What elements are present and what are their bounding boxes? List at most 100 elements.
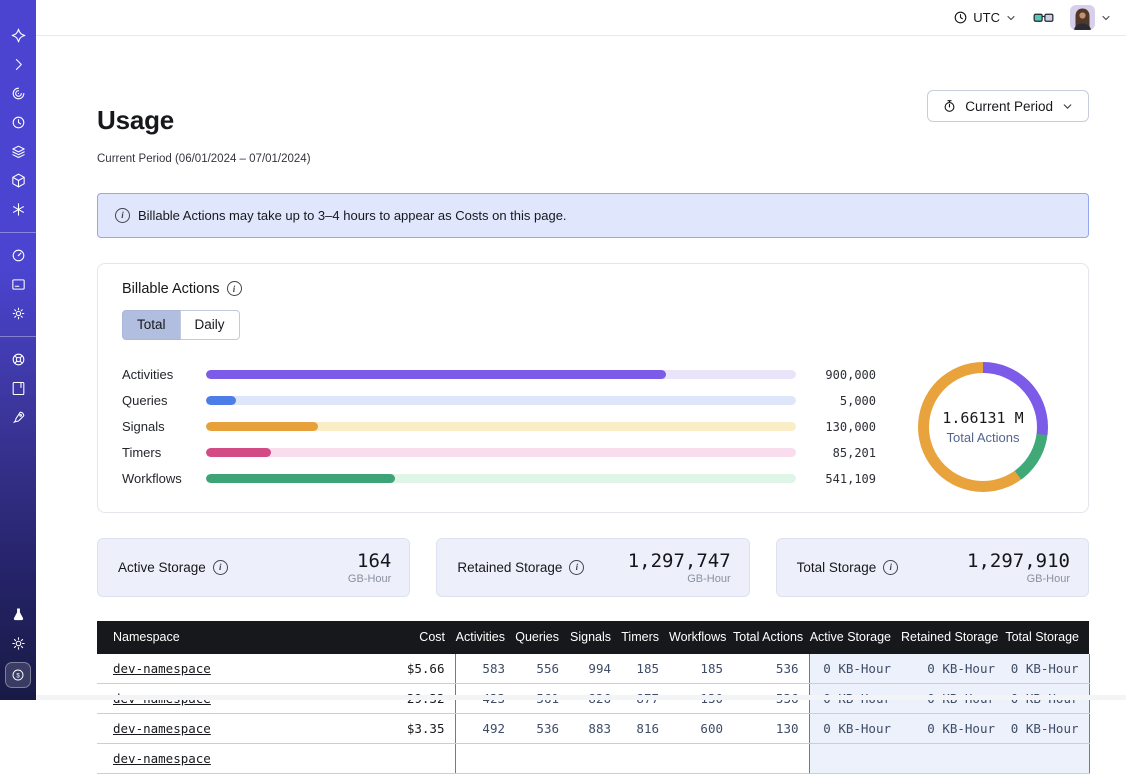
chevron-down-icon bbox=[1005, 12, 1017, 24]
retained-storage-card: Retained Storagei 1,297,747GB-Hour bbox=[436, 538, 749, 597]
total-actions-cell: 536 bbox=[733, 654, 809, 684]
page-title: Usage bbox=[97, 105, 311, 135]
cost-cell: $5.66 bbox=[385, 654, 455, 684]
browser-window-icon[interactable] bbox=[9, 276, 27, 294]
activities-cell: 583 bbox=[455, 654, 515, 684]
col-workflows: Workflows bbox=[669, 621, 733, 654]
col-cost: Cost bbox=[385, 621, 455, 654]
info-banner-text: Billable Actions may take up to 3–4 hour… bbox=[138, 208, 567, 223]
sidebar: $ bbox=[0, 0, 36, 700]
usage-gauge-icon[interactable] bbox=[9, 247, 27, 265]
active-storage-cell: 0 KB-Hour bbox=[809, 654, 901, 684]
signals-cell: 994 bbox=[569, 654, 621, 684]
namespace-link[interactable]: dev-namespace bbox=[113, 661, 211, 676]
total-daily-toggle: Total Daily bbox=[122, 310, 240, 340]
total-storage-cell bbox=[1005, 743, 1089, 773]
layers-icon[interactable] bbox=[9, 143, 27, 161]
retained-storage-unit: GB-Hour bbox=[628, 573, 731, 585]
total-storage-unit: GB-Hour bbox=[967, 573, 1070, 585]
active-storage-cell bbox=[809, 743, 901, 773]
total-storage-label: Total Storage bbox=[797, 560, 877, 575]
stopwatch-icon bbox=[942, 98, 957, 114]
bar-chart: Activities900,000 Queries5,000 Signals13… bbox=[122, 362, 876, 492]
total-storage-cell: 0 KB-Hour bbox=[1005, 654, 1089, 684]
table-row: dev-namespace $3.35 492 536 883 816 600 … bbox=[97, 713, 1089, 743]
workflows-cell: 185 bbox=[669, 654, 733, 684]
namespaces-spiral-icon[interactable] bbox=[9, 85, 27, 103]
sidebar-divider bbox=[0, 232, 36, 233]
timers-cell: 816 bbox=[621, 713, 669, 743]
workflows-cell: 600 bbox=[669, 713, 733, 743]
activities-cell bbox=[455, 743, 515, 773]
table-header-row: Namespace Cost Activities Queries Signal… bbox=[97, 621, 1089, 654]
billable-actions-title: Billable Actions bbox=[122, 281, 220, 297]
sidebar-divider bbox=[0, 336, 36, 337]
cost-cell bbox=[385, 743, 455, 773]
col-active-storage: Active Storage bbox=[809, 621, 901, 654]
table-row: dev-namespace bbox=[97, 743, 1089, 773]
queries-cell: 556 bbox=[515, 654, 569, 684]
labs-flask-icon[interactable] bbox=[9, 606, 27, 624]
info-icon[interactable]: i bbox=[569, 560, 584, 575]
cost-cell: $3.35 bbox=[385, 713, 455, 743]
active-storage-value: 164 bbox=[348, 550, 391, 572]
namespace-link[interactable]: dev-namespace bbox=[113, 721, 211, 736]
active-storage-card: Active Storage i 164GB-Hour bbox=[97, 538, 410, 597]
bar-row: Workflows541,109 bbox=[122, 466, 876, 492]
col-timers: Timers bbox=[621, 621, 669, 654]
total-actions-donut-chart: 1.66131 M Total Actions bbox=[918, 362, 1048, 492]
total-storage-value: 1,297,910 bbox=[967, 550, 1070, 572]
3d-glasses-icon[interactable] bbox=[1033, 11, 1054, 25]
col-queries: Queries bbox=[515, 621, 569, 654]
temporal-logo-icon[interactable] bbox=[9, 27, 27, 45]
tab-total[interactable]: Total bbox=[122, 310, 181, 340]
info-banner: i Billable Actions may take up to 3–4 ho… bbox=[97, 193, 1089, 238]
billable-actions-card: Billable Actions i Total Daily Activitie… bbox=[97, 263, 1089, 513]
info-icon[interactable]: i bbox=[883, 560, 898, 575]
active-storage-label: Active Storage bbox=[118, 560, 206, 575]
nexus-asterisk-icon[interactable] bbox=[9, 201, 27, 219]
total-actions-cell: 130 bbox=[733, 713, 809, 743]
timezone-label: UTC bbox=[973, 10, 1000, 25]
timers-cell bbox=[621, 743, 669, 773]
collapse-chevron-icon[interactable] bbox=[9, 56, 27, 74]
current-period-label: Current Period bbox=[965, 99, 1053, 114]
clock-icon bbox=[953, 10, 968, 25]
timers-cell: 185 bbox=[621, 654, 669, 684]
timezone-selector[interactable]: UTC bbox=[953, 10, 1017, 25]
activities-cell: 492 bbox=[455, 713, 515, 743]
retained-storage-value: 1,297,747 bbox=[628, 550, 731, 572]
namespace-link[interactable]: dev-namespace bbox=[113, 751, 211, 766]
billing-dollar-icon[interactable]: $ bbox=[5, 662, 31, 688]
signals-cell: 883 bbox=[569, 713, 621, 743]
donut-total-value: 1.66131 M bbox=[942, 409, 1023, 427]
getting-started-rocket-icon[interactable] bbox=[9, 409, 27, 427]
col-activities: Activities bbox=[455, 621, 515, 654]
queries-cell bbox=[515, 743, 569, 773]
page-bottom-strip bbox=[36, 695, 1126, 700]
total-storage-card: Total Storage i 1,297,910GB-Hour bbox=[776, 538, 1089, 597]
info-icon[interactable]: i bbox=[213, 560, 228, 575]
info-icon: i bbox=[115, 208, 130, 223]
table-row: dev-namespace $5.66 583 556 994 185 185 … bbox=[97, 654, 1089, 684]
bar-row: Signals130,000 bbox=[122, 414, 876, 440]
deployments-cube-icon[interactable] bbox=[9, 172, 27, 190]
account-menu[interactable] bbox=[1070, 5, 1112, 30]
active-storage-unit: GB-Hour bbox=[348, 573, 391, 585]
main-content: Usage Current Period (06/01/2024 – 07/01… bbox=[36, 36, 1126, 774]
active-storage-cell: 0 KB-Hour bbox=[809, 713, 901, 743]
info-icon[interactable]: i bbox=[227, 281, 242, 296]
theme-sun-icon[interactable] bbox=[9, 635, 27, 653]
col-signals: Signals bbox=[569, 621, 621, 654]
total-actions-cell bbox=[733, 743, 809, 773]
support-lifebuoy-icon[interactable] bbox=[9, 351, 27, 369]
tab-daily[interactable]: Daily bbox=[180, 310, 240, 340]
docs-book-icon[interactable] bbox=[9, 380, 27, 398]
chevron-down-icon bbox=[1061, 100, 1074, 113]
page-subtitle: Current Period (06/01/2024 – 07/01/2024) bbox=[97, 153, 311, 165]
schedules-clock-icon[interactable] bbox=[9, 114, 27, 132]
current-period-button[interactable]: Current Period bbox=[927, 90, 1089, 122]
retained-storage-cell: 0 KB-Hour bbox=[901, 654, 1005, 684]
settings-gear-icon[interactable] bbox=[9, 305, 27, 323]
col-total-storage: Total Storage bbox=[1005, 621, 1089, 654]
